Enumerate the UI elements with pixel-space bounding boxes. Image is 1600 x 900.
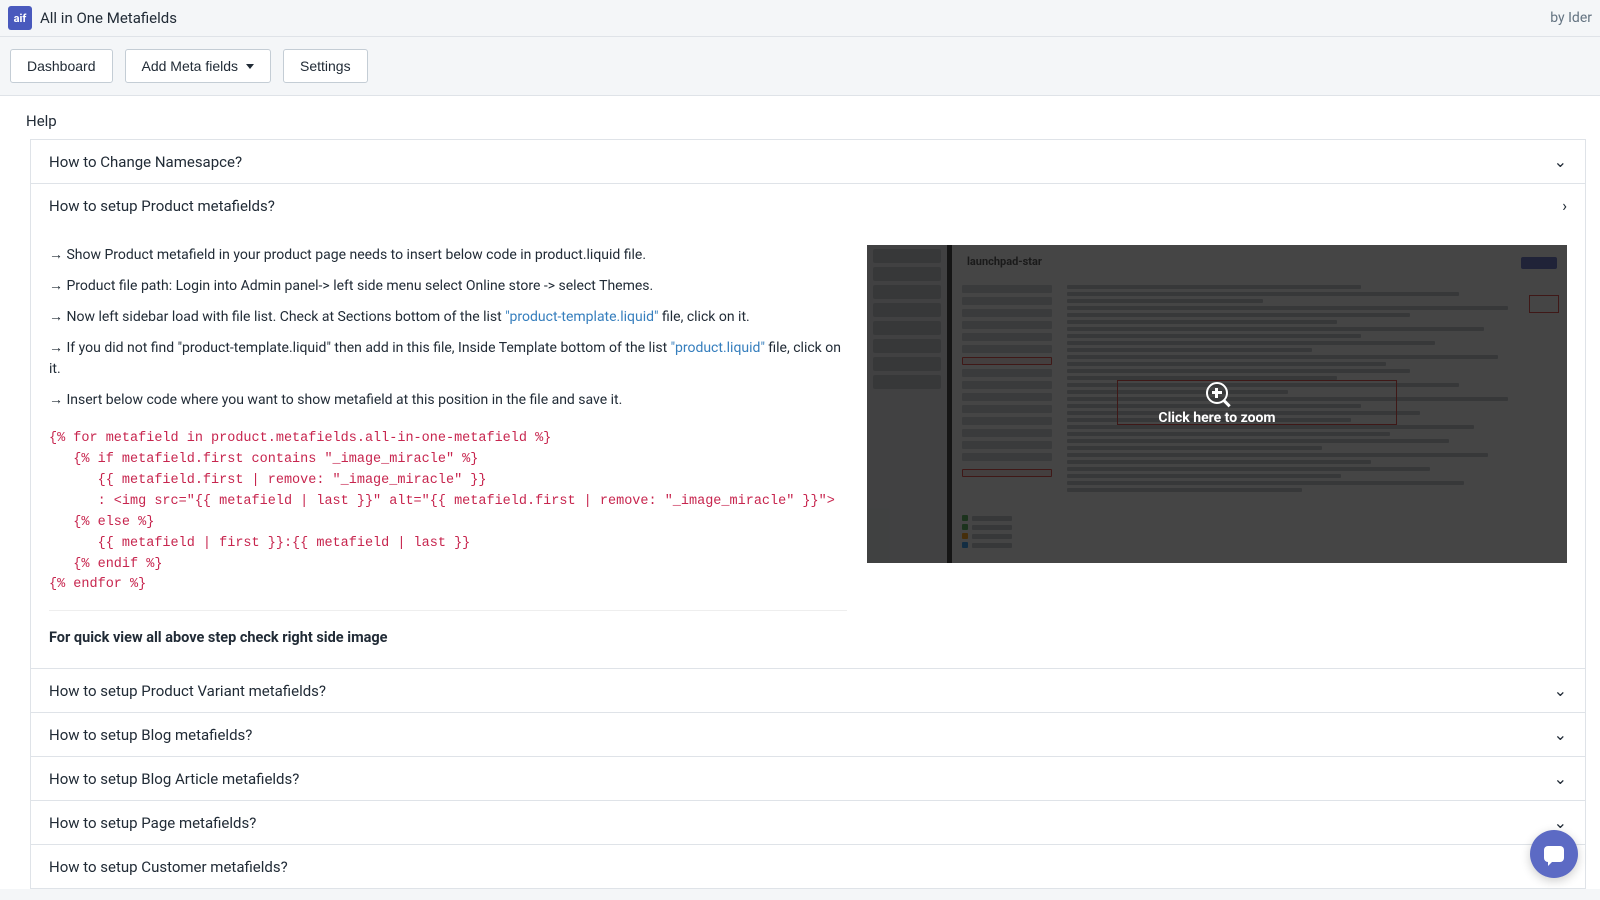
content-area: Help How to Change Namesapce? ⌄ How to s…	[0, 96, 1600, 889]
step-text: → If you did not find "product-template.…	[49, 338, 847, 380]
code-snippet: {% for metafield in product.metafields.a…	[49, 421, 847, 611]
chevron-right-icon: ›	[1562, 196, 1567, 215]
accordion-body: → Show Product metafield in your product…	[31, 227, 1585, 668]
step-text: → Product file path: Login into Admin pa…	[49, 276, 847, 297]
accordion-text: → Show Product metafield in your product…	[49, 245, 847, 646]
accordion-header[interactable]: How to setup Blog Article metafields? ⌄	[31, 757, 1585, 800]
chat-widget-button[interactable]	[1530, 830, 1578, 878]
page-title: Help	[26, 112, 1586, 130]
accordion-item-blog-article: How to setup Blog Article metafields? ⌄	[30, 756, 1586, 801]
accordion-header[interactable]: How to setup Blog metafields? ⌄	[31, 713, 1585, 756]
accordion-item-customer: How to setup Customer metafields? ⌄	[30, 844, 1586, 889]
accordion-title: How to setup Blog metafields?	[49, 726, 252, 744]
step-text: → Now left sidebar load with file list. …	[49, 307, 847, 328]
accordion-header[interactable]: How to setup Customer metafields? ⌄	[31, 845, 1585, 888]
settings-button[interactable]: Settings	[283, 49, 368, 83]
caret-down-icon	[246, 64, 254, 69]
zoom-text: Click here to zoom	[1158, 410, 1275, 426]
top-bar: aif All in One Metafields by Ider	[0, 0, 1600, 37]
topbar-left: aif All in One Metafields	[8, 6, 177, 30]
add-metafields-button[interactable]: Add Meta fields	[125, 49, 272, 83]
step-text: → Show Product metafield in your product…	[49, 245, 847, 266]
chevron-down-icon: ⌄	[1554, 681, 1567, 700]
quick-view-note: For quick view all above step check righ…	[49, 629, 847, 646]
accordion-header[interactable]: How to Change Namesapce? ⌄	[31, 140, 1585, 183]
accordion-header[interactable]: How to setup Product metafields? ›	[31, 184, 1585, 227]
chevron-down-icon: ⌄	[1554, 725, 1567, 744]
accordion-header[interactable]: How to setup Product Variant metafields?…	[31, 669, 1585, 712]
dashboard-button[interactable]: Dashboard	[10, 49, 113, 83]
zoom-in-icon	[1206, 382, 1228, 404]
app-title: All in One Metafields	[40, 9, 177, 27]
accordion-title: How to setup Blog Article metafields?	[49, 770, 299, 788]
accordion-item-namespace: How to Change Namesapce? ⌄	[30, 139, 1586, 184]
help-accordion: How to Change Namesapce? ⌄ How to setup …	[30, 139, 1586, 889]
step-text: → Insert below code where you want to sh…	[49, 390, 847, 411]
product-liquid-link[interactable]: "product.liquid"	[671, 340, 765, 356]
accordion-title: How to setup Customer metafields?	[49, 858, 288, 876]
app-icon: aif	[8, 6, 32, 30]
accordion-title: How to setup Product metafields?	[49, 197, 275, 215]
chevron-down-icon: ⌄	[1554, 152, 1567, 171]
accordion-item-blog: How to setup Blog metafields? ⌄	[30, 712, 1586, 757]
zoom-overlay[interactable]: Click here to zoom	[867, 245, 1567, 563]
product-template-link[interactable]: "product-template.liquid"	[505, 309, 658, 325]
accordion-item-variant: How to setup Product Variant metafields?…	[30, 668, 1586, 713]
accordion-title: How to setup Product Variant metafields?	[49, 682, 326, 700]
accordion-title: How to setup Page metafields?	[49, 814, 256, 832]
instruction-image[interactable]: launchpad-star	[867, 245, 1567, 563]
chevron-down-icon: ⌄	[1554, 769, 1567, 788]
nav-bar: Dashboard Add Meta fields Settings	[0, 37, 1600, 96]
accordion-header[interactable]: How to setup Page metafields? ⌄	[31, 801, 1585, 844]
accordion-item-product: How to setup Product metafields? › → Sho…	[30, 183, 1586, 669]
accordion-title: How to Change Namesapce?	[49, 153, 242, 171]
chat-icon	[1544, 846, 1564, 862]
app-author: by Ider	[1550, 10, 1592, 26]
accordion-item-page: How to setup Page metafields? ⌄	[30, 800, 1586, 845]
